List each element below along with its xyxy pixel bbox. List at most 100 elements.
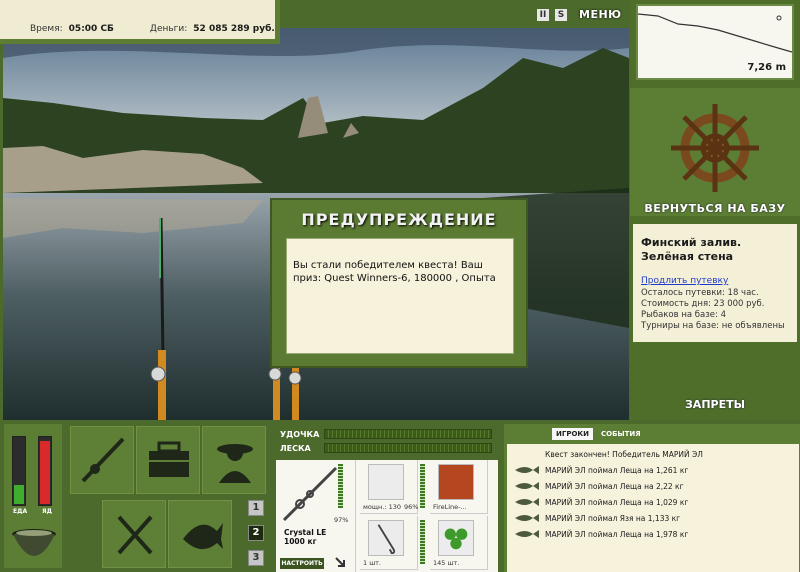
depth-sonar: 7,26 m	[636, 4, 794, 80]
location-title: Финский залив. Зелёная стена	[641, 236, 742, 263]
food-label: ЕДА	[13, 508, 28, 515]
reel-durability: 96%	[404, 503, 419, 511]
dialog-title: ПРЕДУПРЕЖДЕНИЕ	[301, 210, 497, 229]
arrow-icon	[335, 557, 345, 567]
hook-durability-bar	[420, 520, 425, 564]
chat-message: МАРИЙ ЭЛ поймал Язя на 1,133 кг	[507, 510, 799, 526]
fish-icon	[515, 530, 539, 538]
tab-players[interactable]: ИГРОКИ	[552, 428, 593, 440]
poison-label: ЯД	[42, 508, 52, 515]
setup-button[interactable]: НАСТРОИТЬ	[280, 558, 324, 569]
reel-slot[interactable]: мощн.: 130 96%	[360, 460, 418, 514]
tournaments-status: Турниры на базе: не объявлены	[641, 321, 785, 331]
time-label: Время:	[30, 24, 63, 34]
bottom-panel: ЕДА ЯД 1 2 3 УДОЧКА ЛЕСКА 97% Crystal LE…	[0, 420, 800, 572]
rod-name: Crystal LE 1000 кг	[284, 528, 326, 546]
fish-icon	[183, 523, 223, 550]
rod-tension-bar	[324, 429, 492, 439]
rod-tension-label: УДОЧКА	[280, 429, 320, 439]
food-meter-fill	[14, 484, 24, 504]
right-panel: 7,26 m ВЕРНУТЬСЯ НА БАЗУ Финский залив. …	[630, 0, 800, 420]
food-meter	[12, 436, 26, 506]
fish-tile[interactable]	[168, 500, 232, 568]
chat-message-text: МАРИЙ ЭЛ поймал Леща на 1,978 кг	[545, 529, 689, 539]
rod-slot[interactable]: 97% Crystal LE 1000 кг НАСТРОИТЬ	[276, 460, 356, 572]
pause-icon[interactable]: II	[537, 8, 549, 21]
line-slot[interactable]: FireLine-...	[430, 460, 488, 514]
extend-permit-link[interactable]: Продлить путевку	[641, 276, 791, 286]
warning-dialog[interactable]: ПРЕДУПРЕЖДЕНИЕ Вы стали победителем квес…	[270, 198, 528, 368]
return-to-base-button[interactable]: ВЕРНУТЬСЯ НА БАЗУ	[630, 202, 800, 215]
chat-message-text: МАРИЙ ЭЛ поймал Язя на 1,133 кг	[545, 513, 681, 523]
slot-button-1[interactable]: 1	[248, 500, 264, 516]
rod-tile[interactable]	[70, 426, 134, 494]
slot-button-2[interactable]: 2	[248, 525, 264, 541]
line-tension-label: ЛЕСКА	[280, 443, 311, 453]
top-icons: II S МЕНЮ	[537, 8, 622, 21]
tackle-slots: 97% Crystal LE 1000 кг НАСТРОИТЬ мощн.: …	[276, 460, 498, 572]
chat-message: Квест закончен! Победитель МАРИЙ ЭЛ	[507, 446, 799, 462]
menu-button[interactable]: МЕНЮ	[579, 8, 622, 21]
bait-slot[interactable]: 145 шт.	[430, 516, 488, 570]
cauldron-icon[interactable]	[8, 524, 60, 566]
status-meters: ЕДА ЯД	[4, 424, 62, 568]
chat-tabs: ИГРОКИ СОБЫТИЯ	[552, 428, 645, 440]
status-bar: Время: 05:00 СБ Деньги: 52 085 289 руб.	[0, 0, 280, 44]
peas-bait-icon	[438, 520, 474, 556]
slot-button-3[interactable]: 3	[248, 550, 264, 566]
reel-icon	[368, 464, 404, 500]
chat-message: МАРИЙ ЭЛ поймал Леща на 1,029 кг	[507, 494, 799, 510]
fish-icon	[515, 498, 539, 506]
reel-caption: мощн.: 130	[363, 503, 401, 511]
fish-icon	[515, 466, 539, 474]
reel-durability-bar	[420, 464, 425, 508]
permit-remaining: Осталось путевки: 18 час.	[641, 288, 759, 298]
tab-events[interactable]: СОБЫТИЯ	[597, 428, 645, 440]
money-label: Деньги:	[149, 24, 188, 34]
line-tension-row: ЛЕСКА	[280, 442, 492, 454]
time-value: 05:00 СБ	[68, 24, 114, 34]
tackle-panel: УДОЧКА ЛЕСКА 97% Crystal LE 1000 кг НАСТ…	[270, 424, 500, 572]
hook-slot[interactable]: 1 шт.	[360, 516, 418, 570]
location-info: Финский залив. Зелёная стена Продлить пу…	[633, 224, 797, 342]
food-tile[interactable]	[102, 500, 166, 568]
rod-tension-row: УДОЧКА	[280, 428, 492, 440]
fisherman-icon	[217, 444, 253, 483]
fork-knife-icon	[117, 515, 153, 555]
dialog-message: Вы стали победителем квеста! Ваш приз: Q…	[286, 238, 514, 354]
chat-message-text: Квест закончен! Победитель МАРИЙ ЭЛ	[545, 449, 703, 459]
hook-icon	[368, 520, 404, 556]
chat-panel: ИГРОКИ СОБЫТИЯ Квест закончен! Победител…	[504, 424, 800, 572]
rod-icon	[81, 437, 125, 483]
chat-message: МАРИЙ ЭЛ поймал Леща на 2,22 кг	[507, 478, 799, 494]
tackle-box-icon	[149, 441, 189, 477]
rod-model: Crystal LE	[284, 528, 327, 537]
sound-icon[interactable]: S	[555, 8, 567, 21]
chat-message-text: МАРИЙ ЭЛ поймал Леща на 2,22 кг	[545, 481, 684, 491]
bait-caption: 145 шт.	[433, 559, 460, 567]
depth-value: 7,26 m	[747, 62, 786, 73]
chat-message-text: МАРИЙ ЭЛ поймал Леща на 1,029 кг	[545, 497, 689, 507]
line-caption: FireLine-...	[433, 503, 467, 511]
chat-message: МАРИЙ ЭЛ поймал Леща на 1,978 кг	[507, 526, 799, 542]
rod-durability-bar	[338, 464, 343, 508]
chat-message-text: МАРИЙ ЭЛ поймал Леща на 1,261 кг	[545, 465, 689, 475]
ship-wheel-icon	[671, 104, 759, 192]
hook-caption: 1 шт.	[363, 559, 382, 567]
tackle-box-tile[interactable]	[136, 426, 200, 494]
fish-icon	[515, 514, 539, 522]
line-spool-icon	[438, 464, 474, 500]
rod-durability: 97%	[334, 516, 349, 524]
fishers-count: Рыбаков на базе: 4	[641, 310, 726, 320]
line-tension-bar	[324, 443, 492, 453]
fish-icon	[515, 482, 539, 490]
chat-log[interactable]: Квест закончен! Победитель МАРИЙ ЭЛ МАРИ…	[507, 444, 799, 572]
poison-meter-fill	[40, 441, 50, 504]
bans-button[interactable]: ЗАПРЕТЫ	[630, 398, 800, 411]
day-cost: Стоимость дня: 23 000 руб.	[641, 299, 765, 309]
fisherman-tile[interactable]	[202, 426, 266, 494]
poison-meter	[38, 436, 52, 506]
rod-slot-icon	[282, 466, 338, 522]
money-value: 52 085 289 руб.	[193, 24, 275, 34]
ship-wheel[interactable]	[630, 88, 800, 216]
